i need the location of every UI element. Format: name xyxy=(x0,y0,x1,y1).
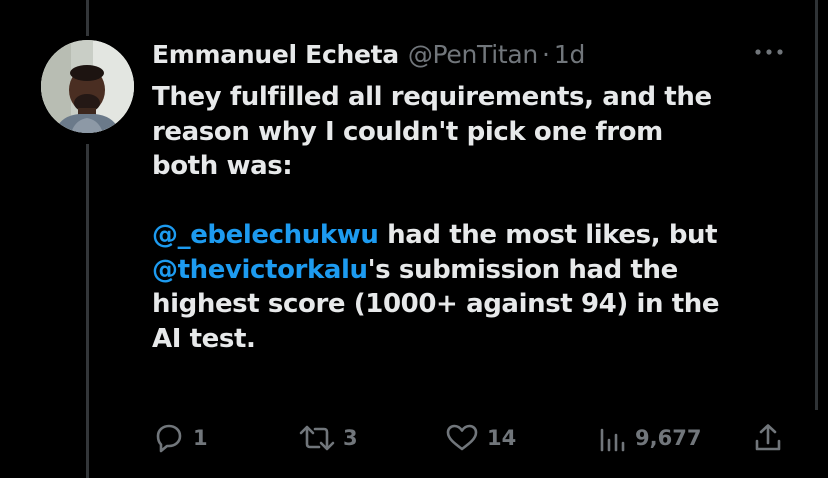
reply-count: 1 xyxy=(193,426,208,450)
tweet-text-line: reason why I couldn't pick one from xyxy=(152,116,663,147)
retweet-button[interactable]: 3 xyxy=(298,420,358,456)
tweet-header: Emmanuel Echeta @PenTitan · 1d xyxy=(152,36,585,72)
mention-link[interactable]: @_ebelechukwu xyxy=(152,220,379,250)
tweet-text-line: @thevictorkalu's submission had the xyxy=(152,253,792,288)
tweet-text-line: highest score (1000+ against 94) in the xyxy=(152,289,720,319)
mention-link[interactable]: @thevictorkalu xyxy=(152,255,368,285)
more-icon[interactable] xyxy=(752,42,786,62)
share-icon xyxy=(755,424,781,451)
retweet-count: 3 xyxy=(343,426,358,450)
views-count: 9,677 xyxy=(635,426,702,450)
avatar-photo xyxy=(41,40,134,133)
share-button[interactable] xyxy=(752,420,784,456)
views-button[interactable]: 9,677 xyxy=(596,420,701,456)
tweet-text-fragment: had the most likes, but xyxy=(378,220,718,250)
tweet-text: They fulfilled all requirements, and the… xyxy=(152,80,792,356)
tweet-text-line: both was: xyxy=(152,151,293,181)
separator-dot: · xyxy=(541,39,550,69)
scrollbar-track xyxy=(815,0,818,410)
thread-line-top xyxy=(86,0,89,36)
tweet-text-line: They fulfilled all requirements, and the xyxy=(152,82,712,112)
retweet-icon xyxy=(299,425,335,451)
author-handle[interactable]: @PenTitan xyxy=(408,40,538,69)
tweet-text-line: @_ebelechukwu had the most likes, but xyxy=(152,218,792,253)
reply-button[interactable]: 1 xyxy=(152,420,208,456)
tweet-text-line: AI test. xyxy=(152,323,256,354)
action-bar: 1 3 14 9,677 xyxy=(0,420,828,456)
like-count: 14 xyxy=(487,426,517,450)
tweet-text-fragment: 's submission had the xyxy=(367,254,679,285)
avatar[interactable] xyxy=(41,40,134,133)
timestamp[interactable]: 1d xyxy=(554,40,585,69)
author-name[interactable]: Emmanuel Echeta xyxy=(152,40,399,69)
like-icon xyxy=(446,424,478,451)
reply-icon xyxy=(156,424,182,453)
like-button[interactable]: 14 xyxy=(444,420,516,456)
views-icon xyxy=(600,428,625,452)
